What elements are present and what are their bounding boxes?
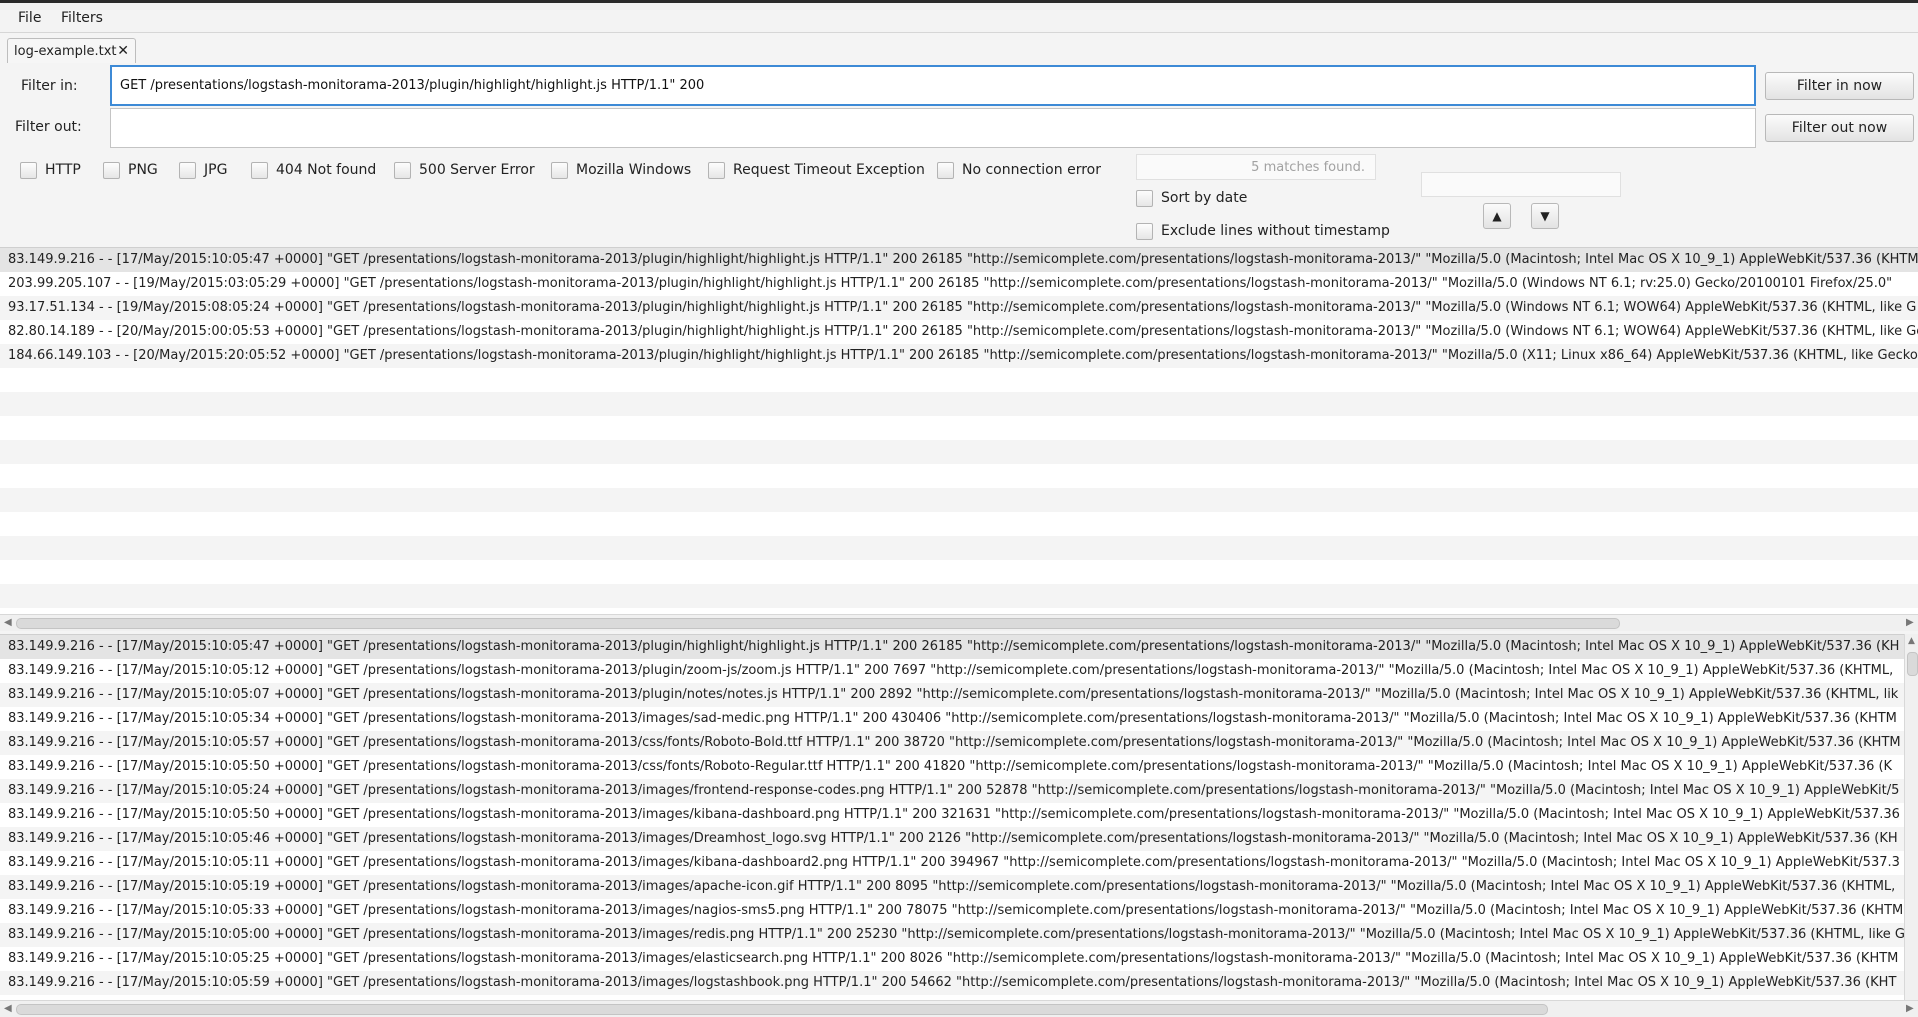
log-row[interactable]: 83.149.9.216 - - [17/May/2015:10:05:34 +… bbox=[0, 707, 1918, 731]
quick-filter-label: 404 Not found bbox=[276, 162, 377, 178]
log-row[interactable] bbox=[0, 512, 1918, 536]
quick-filter-http[interactable]: HTTP bbox=[20, 160, 81, 180]
quick-filter-label: JPG bbox=[204, 162, 228, 178]
log-row[interactable]: 83.149.9.216 - - [17/May/2015:10:05:47 +… bbox=[0, 248, 1918, 272]
previous-match-button[interactable]: ▲ bbox=[1483, 203, 1511, 229]
checkbox[interactable] bbox=[551, 161, 568, 179]
log-row[interactable]: 83.149.9.216 - - [17/May/2015:10:05:11 +… bbox=[0, 851, 1918, 875]
quick-filter-label: Request Timeout Exception bbox=[733, 162, 925, 178]
filter-in-label: Filter in: bbox=[21, 78, 78, 94]
log-row[interactable]: 83.149.9.216 - - [17/May/2015:10:05:50 +… bbox=[0, 803, 1918, 827]
checkbox[interactable] bbox=[251, 161, 268, 179]
log-row[interactable] bbox=[0, 440, 1918, 464]
log-row[interactable]: 203.99.205.107 - - [19/May/2015:03:05:29… bbox=[0, 272, 1918, 296]
log-row[interactable]: 83.149.9.216 - - [17/May/2015:10:05:24 +… bbox=[0, 779, 1918, 803]
quick-filter-label: 500 Server Error bbox=[419, 162, 535, 178]
full-log-list[interactable]: 83.149.9.216 - - [17/May/2015:10:05:47 +… bbox=[0, 634, 1918, 1005]
quick-filter-label: Mozilla Windows bbox=[576, 162, 692, 178]
close-icon[interactable]: ✕ bbox=[117, 43, 129, 59]
quick-filter-timeout[interactable]: Request Timeout Exception bbox=[708, 160, 925, 180]
log-row[interactable]: 82.80.14.189 - - [20/May/2015:00:05:53 +… bbox=[0, 320, 1918, 344]
filter-out-label: Filter out: bbox=[15, 119, 82, 135]
matches-count: 5 matches found. bbox=[1136, 154, 1376, 180]
menu-file[interactable]: File bbox=[18, 10, 41, 26]
filter-out-button[interactable]: Filter out now bbox=[1765, 114, 1914, 142]
checkbox[interactable] bbox=[103, 161, 120, 179]
quick-filter-label: No connection error bbox=[962, 162, 1101, 178]
next-match-button[interactable]: ▼ bbox=[1531, 203, 1559, 229]
scroll-right-icon[interactable]: ▶ bbox=[1906, 615, 1914, 631]
filter-in-button[interactable]: Filter in now bbox=[1765, 72, 1914, 100]
log-row[interactable] bbox=[0, 392, 1918, 416]
quick-filter-label: HTTP bbox=[45, 162, 81, 178]
log-row[interactable]: 83.149.9.216 - - [17/May/2015:10:05:59 +… bbox=[0, 971, 1918, 995]
scroll-left-icon[interactable]: ◀ bbox=[4, 615, 12, 631]
quick-filter-500[interactable]: 500 Server Error bbox=[394, 160, 535, 180]
filter-in-input[interactable] bbox=[110, 65, 1756, 106]
arrow-down-icon: ▼ bbox=[1540, 209, 1550, 223]
log-row[interactable]: 83.149.9.216 - - [17/May/2015:10:05:50 +… bbox=[0, 755, 1918, 779]
filtered-rows: 83.149.9.216 - - [17/May/2015:10:05:47 +… bbox=[0, 248, 1918, 617]
all-rows: 83.149.9.216 - - [17/May/2015:10:05:47 +… bbox=[0, 635, 1918, 1005]
tab-label: log-example.txt bbox=[14, 44, 117, 59]
filtered-log-list[interactable]: 83.149.9.216 - - [17/May/2015:10:05:47 +… bbox=[0, 247, 1918, 617]
log-row[interactable] bbox=[0, 488, 1918, 512]
full-log-vertical-scrollbar[interactable]: ▲ bbox=[1904, 634, 1918, 1000]
checkbox[interactable] bbox=[1136, 222, 1153, 240]
menu-bar: File Filters bbox=[0, 3, 1918, 33]
scrollbar-thumb[interactable] bbox=[16, 618, 1620, 629]
checkbox[interactable] bbox=[708, 161, 725, 179]
filtered-horizontal-scrollbar[interactable]: ◀ ▶ bbox=[0, 614, 1918, 631]
sort-by-date-option[interactable]: Sort by date bbox=[1136, 188, 1247, 208]
log-row[interactable]: 83.149.9.216 - - [17/May/2015:10:05:12 +… bbox=[0, 659, 1918, 683]
quick-filter-png[interactable]: PNG bbox=[103, 160, 158, 180]
log-row[interactable]: 83.149.9.216 - - [17/May/2015:10:05:00 +… bbox=[0, 923, 1918, 947]
checkbox[interactable] bbox=[20, 161, 37, 179]
exclude-no-timestamp-option[interactable]: Exclude lines without timestamp bbox=[1136, 221, 1390, 241]
tab-log-file[interactable]: log-example.txt ✕ bbox=[7, 38, 136, 63]
quick-filter-jpg[interactable]: JPG bbox=[179, 160, 227, 180]
tab-bar: log-example.txt ✕ bbox=[0, 33, 1918, 63]
checkbox[interactable] bbox=[1136, 189, 1153, 207]
quick-filter-label: PNG bbox=[128, 162, 158, 178]
log-row[interactable]: 83.149.9.216 - - [17/May/2015:10:05:47 +… bbox=[0, 635, 1918, 659]
sort-by-date-label: Sort by date bbox=[1161, 190, 1248, 206]
checkbox[interactable] bbox=[394, 161, 411, 179]
quick-filter-mozilla-windows[interactable]: Mozilla Windows bbox=[551, 160, 691, 180]
log-row[interactable]: 83.149.9.216 - - [17/May/2015:10:05:07 +… bbox=[0, 683, 1918, 707]
exclude-no-timestamp-label: Exclude lines without timestamp bbox=[1161, 223, 1390, 239]
log-row[interactable] bbox=[0, 584, 1918, 608]
log-row[interactable]: 184.66.149.103 - - [20/May/2015:20:05:52… bbox=[0, 344, 1918, 368]
log-row[interactable] bbox=[0, 464, 1918, 488]
log-row[interactable]: 83.149.9.216 - - [17/May/2015:10:05:46 +… bbox=[0, 827, 1918, 851]
log-row[interactable] bbox=[0, 560, 1918, 584]
log-row[interactable]: 83.149.9.216 - - [17/May/2015:10:05:25 +… bbox=[0, 947, 1918, 971]
log-row[interactable]: 93.17.51.134 - - [19/May/2015:08:05:24 +… bbox=[0, 296, 1918, 320]
log-row[interactable]: 83.149.9.216 - - [17/May/2015:10:05:33 +… bbox=[0, 899, 1918, 923]
menu-filters[interactable]: Filters bbox=[61, 10, 103, 26]
scrollbar-thumb[interactable] bbox=[16, 1004, 1548, 1015]
search-field[interactable] bbox=[1421, 172, 1621, 197]
log-row[interactable]: 83.149.9.216 - - [17/May/2015:10:05:19 +… bbox=[0, 875, 1918, 899]
log-row[interactable] bbox=[0, 368, 1918, 392]
log-row[interactable]: 83.149.9.216 - - [17/May/2015:10:05:57 +… bbox=[0, 731, 1918, 755]
log-row[interactable] bbox=[0, 536, 1918, 560]
scroll-up-icon[interactable]: ▲ bbox=[1908, 636, 1915, 646]
checkbox[interactable] bbox=[179, 161, 196, 179]
filter-out-input[interactable] bbox=[110, 108, 1756, 148]
quick-filter-404[interactable]: 404 Not found bbox=[251, 160, 376, 180]
arrow-up-icon: ▲ bbox=[1492, 209, 1502, 223]
quick-filter-no-connection[interactable]: No connection error bbox=[937, 160, 1101, 180]
checkbox[interactable] bbox=[937, 161, 954, 179]
log-row[interactable] bbox=[0, 416, 1918, 440]
full-log-horizontal-scrollbar[interactable]: ◀ ▶ bbox=[0, 1000, 1918, 1017]
scrollbar-thumb[interactable] bbox=[1907, 652, 1918, 676]
